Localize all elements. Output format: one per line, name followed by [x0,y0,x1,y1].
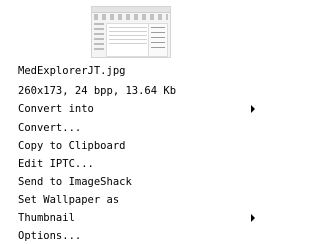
context-menu: MedExplorerJT.jpg 260x173, 24 bpp, 13.64… [0,0,260,243]
thumbnail-titlebar [92,7,170,13]
thumbnail-content [106,23,150,57]
image-thumbnail [91,6,171,58]
menu-item-options[interactable]: Options... [18,228,260,244]
thumbnail-panel [148,23,168,57]
chevron-right-icon [251,105,255,113]
menu-item-thumbnail[interactable]: Thumbnail [18,210,260,226]
thumbnail-sidebar [94,23,104,53]
chevron-right-icon [251,214,255,222]
menu-item-convert-into[interactable]: Convert into [18,101,260,117]
menu-item-send-to-imageshack[interactable]: Send to ImageShack [18,174,260,190]
menu-item-copy-to-clipboard[interactable]: Copy to Clipboard [18,138,260,154]
menu-item-set-wallpaper-as[interactable]: Set Wallpaper as [18,192,260,208]
thumbnail-toolbar [94,14,168,20]
file-name-label: MedExplorerJT.jpg [18,65,126,77]
menu-item-edit-iptc[interactable]: Edit IPTC... [18,156,260,172]
image-details-label: 260x173, 24 bpp, 13.64 Kb [18,85,177,97]
menu-item-convert[interactable]: Convert... [18,120,260,136]
